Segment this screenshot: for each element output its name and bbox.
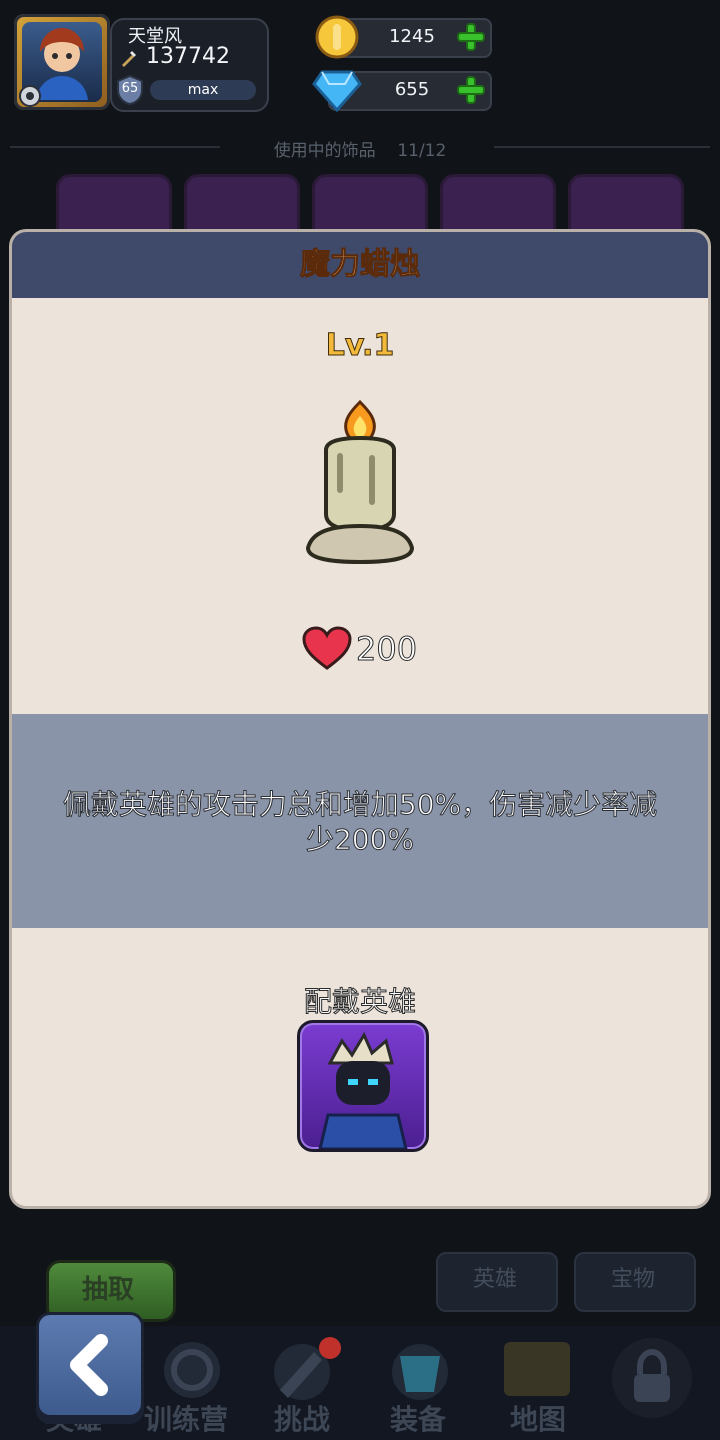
draw-button-label: 抽取 xyxy=(81,1275,134,1305)
nav-training-camp-label: 训练营 xyxy=(143,1403,228,1436)
nav-challenge-label: 挑战 xyxy=(273,1403,330,1436)
back-button[interactable] xyxy=(36,1312,144,1418)
gear-icon[interactable] xyxy=(16,82,44,110)
item-detail-modal: 魔力蜡烛 Lv.1 200 佩戴英雄的攻击力总和增加50%，伤害减少率减少200… xyxy=(12,232,708,1206)
lock-icon xyxy=(612,1338,692,1418)
nav-equipment-label: 装备 xyxy=(389,1403,446,1436)
add-diamond-button[interactable] xyxy=(456,75,486,105)
heart-icon xyxy=(302,626,352,670)
item-level: Lv.1 xyxy=(325,328,395,364)
equipped-hero-card[interactable] xyxy=(297,1020,429,1152)
item-hp-value: 200 xyxy=(355,630,418,669)
nav-map-label: 地图 xyxy=(509,1403,566,1436)
item-description: 佩戴英雄的攻击力总和增加50%，伤害减少率减少200% xyxy=(62,788,658,857)
in-use-count: 11/12 xyxy=(397,141,447,161)
tab-heroes-label: 英雄 xyxy=(472,1267,517,1292)
player-level: 65 xyxy=(121,81,139,96)
gold-value: 1245 xyxy=(389,26,435,47)
equipped-hero-label: 配戴英雄 xyxy=(303,985,416,1019)
item-title: 魔力蜡烛 xyxy=(300,247,421,283)
equipment-icon xyxy=(392,1344,448,1400)
chevron-left-icon xyxy=(70,1334,108,1396)
diamond-value: 655 xyxy=(394,79,430,100)
exp-status: max xyxy=(187,82,219,98)
candle-icon xyxy=(302,398,418,568)
tab-treasures-label: 宝物 xyxy=(610,1267,655,1292)
nav-locked[interactable] xyxy=(600,1334,710,1440)
add-gold-button[interactable] xyxy=(456,22,486,52)
training-camp-icon xyxy=(164,1342,220,1398)
player-power: 137742 xyxy=(146,44,230,69)
accessories-in-use-label: 使用中的饰品 11/12 xyxy=(0,136,720,161)
in-use-label: 使用中的饰品 xyxy=(273,141,376,161)
sword-icon xyxy=(120,49,138,67)
map-icon xyxy=(504,1342,570,1396)
hero-portrait xyxy=(318,1031,408,1149)
challenge-icon xyxy=(274,1337,341,1400)
